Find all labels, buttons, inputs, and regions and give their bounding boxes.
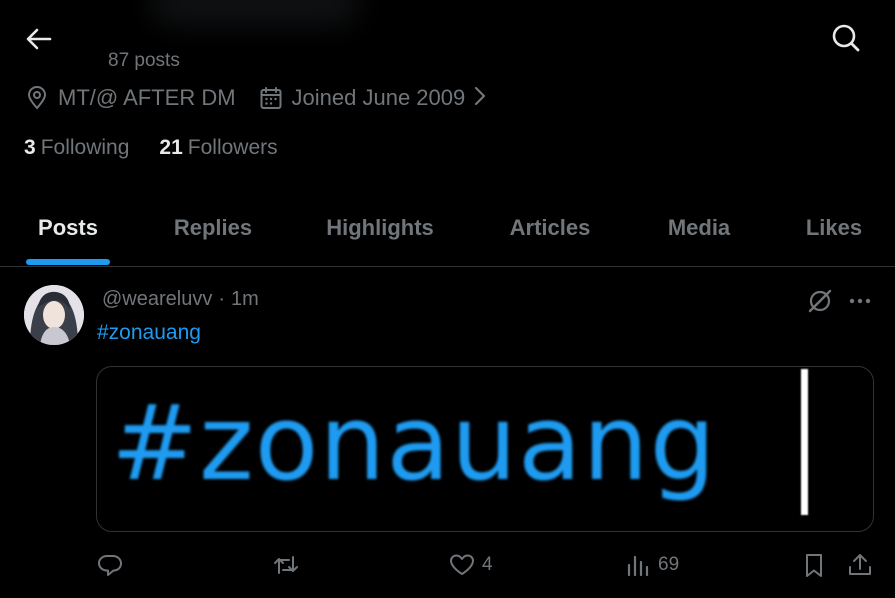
avatar[interactable]	[24, 285, 84, 345]
post-count: 87 posts	[108, 50, 180, 71]
tab-media[interactable]: Media	[656, 190, 742, 266]
like-button[interactable]: 4	[448, 551, 493, 579]
share-button[interactable]	[846, 551, 880, 579]
profile-header: 87 posts MT/@ AFTER DM Joined June 2009 …	[0, 0, 895, 190]
tab-posts[interactable]: Posts	[26, 190, 110, 266]
bookmark-icon	[800, 551, 828, 579]
tab-articles[interactable]: Articles	[500, 190, 600, 266]
grok-icon[interactable]	[806, 287, 834, 315]
post-separator: ·	[218, 288, 226, 310]
post[interactable]: @weareluvv · 1m #zonauang #zonauang 4 69	[0, 267, 895, 598]
more-icon[interactable]	[846, 287, 874, 315]
views-count: 69	[658, 554, 680, 575]
follow-stats: 3 Following 21 Followers	[24, 136, 308, 160]
profile-meta: MT/@ AFTER DM Joined June 2009	[24, 84, 505, 112]
followers-count: 21	[159, 136, 183, 159]
search-icon[interactable]	[828, 20, 864, 56]
text-cursor	[801, 369, 808, 515]
post-actions: 4 69	[0, 547, 895, 583]
repost-icon	[272, 551, 300, 579]
followers-link[interactable]: 21 Followers	[159, 136, 277, 160]
location-pin-icon	[24, 85, 50, 111]
repost-button[interactable]	[272, 551, 306, 579]
active-tab-indicator	[26, 259, 110, 265]
post-header: @weareluvv · 1m	[102, 288, 259, 311]
joined-text: Joined June 2009	[291, 85, 466, 110]
joined-date[interactable]: Joined June 2009	[258, 85, 506, 111]
reply-button[interactable]	[96, 551, 130, 579]
post-time[interactable]: 1m	[231, 288, 259, 311]
views-icon	[624, 551, 652, 579]
blurred-display-name	[150, 0, 360, 26]
views-button[interactable]: 69	[624, 551, 679, 579]
tab-replies[interactable]: Replies	[163, 190, 263, 266]
heart-icon	[448, 551, 476, 579]
post-media-image[interactable]: #zonauang	[96, 366, 874, 532]
location-text: MT/@ AFTER DM	[58, 85, 236, 110]
calendar-icon	[258, 85, 284, 111]
profile-tabs: Posts Replies Highlights Articles Media …	[0, 190, 895, 267]
following-link[interactable]: 3 Following	[24, 136, 129, 160]
chevron-right-icon	[471, 85, 497, 111]
post-hashtag-link[interactable]: #zonauang	[97, 321, 201, 345]
following-count: 3	[24, 136, 36, 159]
reply-icon	[96, 551, 124, 579]
tab-highlights[interactable]: Highlights	[318, 190, 442, 266]
post-handle[interactable]: @weareluvv	[102, 288, 212, 311]
like-count: 4	[482, 554, 493, 575]
bookmark-button[interactable]	[800, 551, 834, 579]
share-icon	[846, 551, 874, 579]
tab-likes[interactable]: Likes	[798, 190, 870, 266]
media-image-text: #zonauang	[111, 382, 717, 504]
following-label: Following	[40, 136, 130, 159]
followers-label: Followers	[187, 136, 278, 159]
location: MT/@ AFTER DM	[24, 85, 236, 111]
back-arrow-icon[interactable]	[22, 22, 56, 56]
